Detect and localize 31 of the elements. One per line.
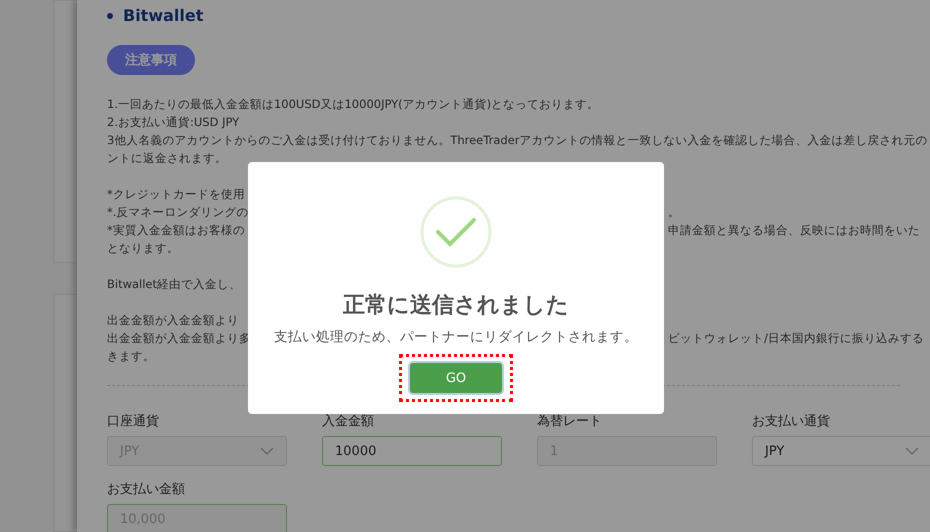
field-label: お支払い通貨 [752,413,831,430]
note-text: 3他人名義のアカウントからのご入金は受け付けておりません。ThreeTraderアカウントの情報と一致しない入金を確認した場合、入金は差し戻され元の [107,132,928,149]
notice-button[interactable]: 注意事項 [107,45,195,75]
chevron-down-icon [260,447,274,455]
dialog-title: 正常に送信されました [343,292,569,320]
note-text: ビットウォレット/日本国内銀行に振り込みする [668,330,925,346]
section-title: Bitwallet [123,6,204,25]
note-text: となります。 [107,240,179,257]
field-label: 為替レート [537,413,603,430]
note-text: 出金金額が入金金額より多 [107,330,248,346]
bullet-icon [107,12,113,18]
note-text: きます。 [107,348,155,365]
note-text: Bitwallet経由で入金し、 [107,276,242,293]
note-text: *クレジットカードを使用 [107,186,245,203]
note-text: 申請金額と異なる場合、反映にはお時間をいた [668,222,921,238]
field-label: 口座通貨 [107,413,160,430]
field-label: 入金金額 [322,413,375,430]
note-text: 出金金額が入金金額より [107,312,239,329]
note-text: *実質入金金額はお客様の [107,222,246,238]
note-text: 。 [668,204,681,220]
note-text: *.反マネーロンダリングの [107,204,248,220]
select-field[interactable]: JPY [752,436,930,466]
note-text: 2.お支払い通貨:USD JPY [107,114,240,131]
input-field[interactable]: 10000 [322,436,502,466]
note-text: 1.一回あたりの最低入金金額は100USD又は10000JPY(アカウント通貨)となっております。 [107,96,600,113]
go-button[interactable]: GO [410,363,502,393]
check-circle-icon [420,196,492,268]
note-text: ントに返金されます。 [107,150,227,167]
chevron-down-icon [905,447,919,455]
field-label: お支払い金額 [107,481,186,498]
dialog-message: 支払い処理のため、パートナーにリダイレクトされます。 [274,328,638,346]
